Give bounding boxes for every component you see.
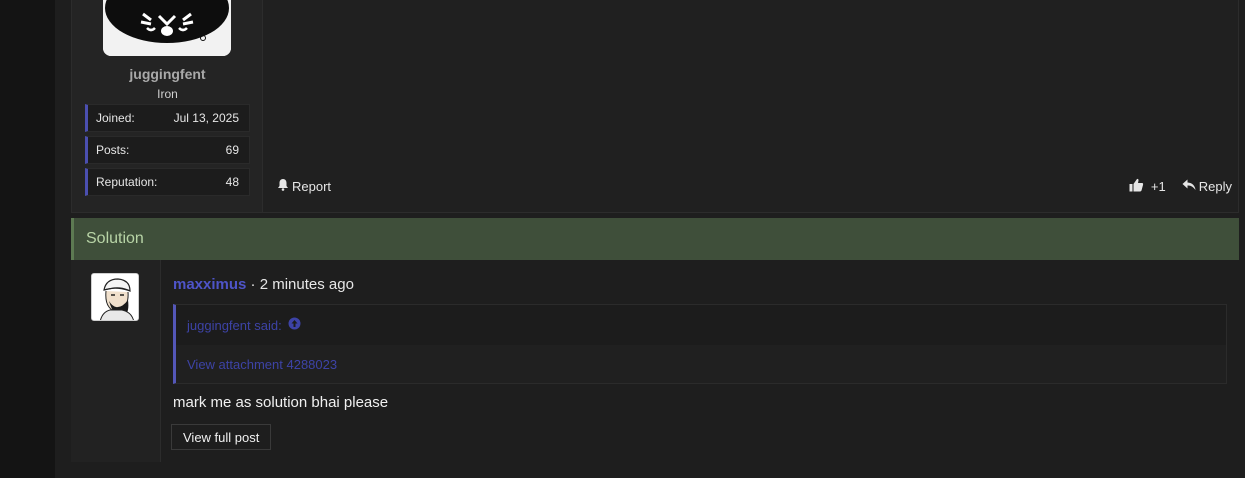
arrow-up-circle-icon[interactable]	[288, 317, 301, 333]
like-button[interactable]: +1	[1129, 178, 1166, 195]
post-upper: juggingfent Iron Joined: Jul 13, 2025 Po…	[71, 0, 1239, 213]
like-count: +1	[1150, 178, 1166, 194]
solution-message: mark me as solution bhai please	[173, 394, 389, 411]
solution-label: Solution	[86, 230, 144, 247]
reply-arrow-icon	[1182, 179, 1196, 194]
left-gutter	[0, 0, 55, 478]
stat-posts: Posts: 69	[85, 136, 250, 164]
report-button[interactable]: Report	[277, 178, 331, 194]
solution-banner: Solution	[71, 218, 1239, 260]
view-full-post-button[interactable]: View full post	[171, 424, 272, 450]
stat-label: Joined:	[96, 111, 135, 125]
reply-button[interactable]: Reply	[1182, 179, 1232, 194]
solution-user-column	[71, 260, 161, 462]
post-actions-bar: Report +1 Reply	[277, 175, 1232, 197]
avatar[interactable]	[103, 0, 231, 56]
separator: ·	[250, 276, 256, 293]
post-author-name[interactable]: juggingfent	[72, 66, 263, 82]
stat-value: Jul 13, 2025	[173, 111, 239, 125]
attachment-link[interactable]: View attachment 4288023	[187, 357, 337, 372]
quote-body: View attachment 4288023	[176, 345, 1226, 383]
stat-label: Reputation:	[96, 175, 158, 189]
quote-attribution[interactable]: juggingfent said:	[176, 305, 1226, 345]
stat-label: Posts:	[96, 143, 130, 157]
bell-icon	[277, 178, 289, 194]
thumbs-up-icon	[1129, 178, 1144, 195]
quote-author: juggingfent said:	[187, 317, 282, 333]
stat-value: 69	[225, 143, 239, 157]
report-label: Report	[292, 178, 332, 194]
stat-joined: Joined: Jul 13, 2025	[85, 104, 250, 132]
avatar[interactable]	[91, 273, 139, 321]
solution-post-header: maxximus · 2 minutes ago	[173, 276, 354, 293]
solution-post: maxximus · 2 minutes ago juggingfent sai…	[71, 260, 1239, 462]
stat-reputation: Reputation: 48	[85, 168, 250, 196]
post-time: 2 minutes ago	[259, 276, 354, 293]
solution-author-link[interactable]: maxximus	[173, 276, 246, 293]
quote-block: juggingfent said: View attachment 428802…	[173, 304, 1227, 384]
reply-label: Reply	[1198, 178, 1232, 194]
user-info-cell: juggingfent Iron Joined: Jul 13, 2025 Po…	[72, 0, 263, 212]
stat-value: 48	[225, 175, 239, 189]
user-rank: Iron	[157, 87, 178, 101]
